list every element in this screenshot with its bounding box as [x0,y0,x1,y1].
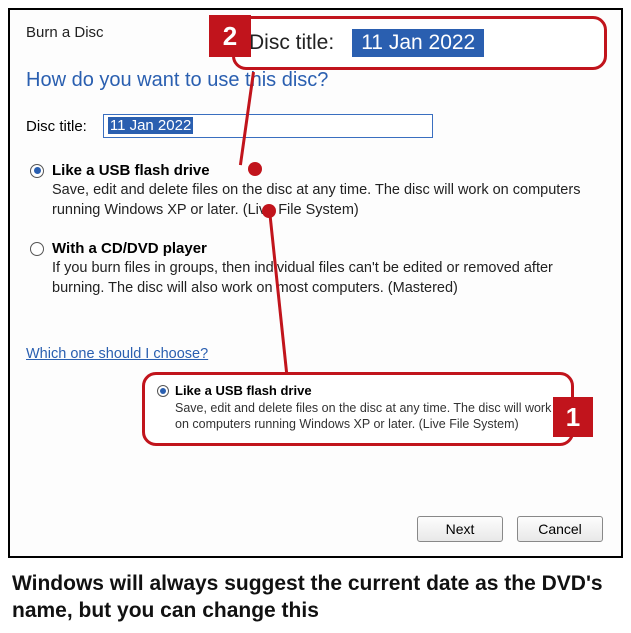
callout-1-desc: Save, edit and delete files on the disc … [175,400,559,433]
option-cddvd-label: With a CD/DVD player [52,240,207,257]
option-usb-label: Like a USB flash drive [52,162,210,179]
option-cddvd-desc: If you burn files in groups, then indivi… [52,259,592,298]
figure-caption: Windows will always suggest the current … [8,570,623,625]
burn-disc-dialog: Burn a Disc How do you want to use this … [8,8,623,558]
dialog-heading: How do you want to use this disc? [26,69,605,92]
callout-2-dot [248,162,262,176]
disc-title-input[interactable]: 11 Jan 2022 [103,114,433,138]
option-cddvd[interactable]: With a CD/DVD player If you burn files i… [26,240,605,298]
disc-title-label: Disc title: [26,118,87,135]
callout-2-value: 11 Jan 2022 [352,29,484,57]
callout-1-label: Like a USB flash drive [175,383,312,398]
callout-2-label: Disc title: [249,31,334,55]
radio-usb[interactable] [30,164,44,178]
callout-2-badge: 2 [209,15,251,57]
callout-1: Like a USB flash drive Save, edit and de… [142,372,574,446]
callout-1-dot [262,204,276,218]
cancel-button[interactable]: Cancel [517,516,603,542]
callout-2: 2 Disc title: 11 Jan 2022 [232,16,607,70]
dialog-buttons: Next Cancel [417,516,603,542]
callout-1-radio [157,385,169,397]
radio-cddvd[interactable] [30,242,44,256]
option-usb-desc: Save, edit and delete files on the disc … [52,181,592,220]
callout-1-badge: 1 [553,397,593,437]
disc-title-value: 11 Jan 2022 [108,117,193,134]
next-button[interactable]: Next [417,516,503,542]
which-one-link[interactable]: Which one should I choose? [26,346,208,362]
disc-title-row: Disc title: 11 Jan 2022 [26,114,605,138]
option-usb[interactable]: Like a USB flash drive Save, edit and de… [26,162,605,220]
